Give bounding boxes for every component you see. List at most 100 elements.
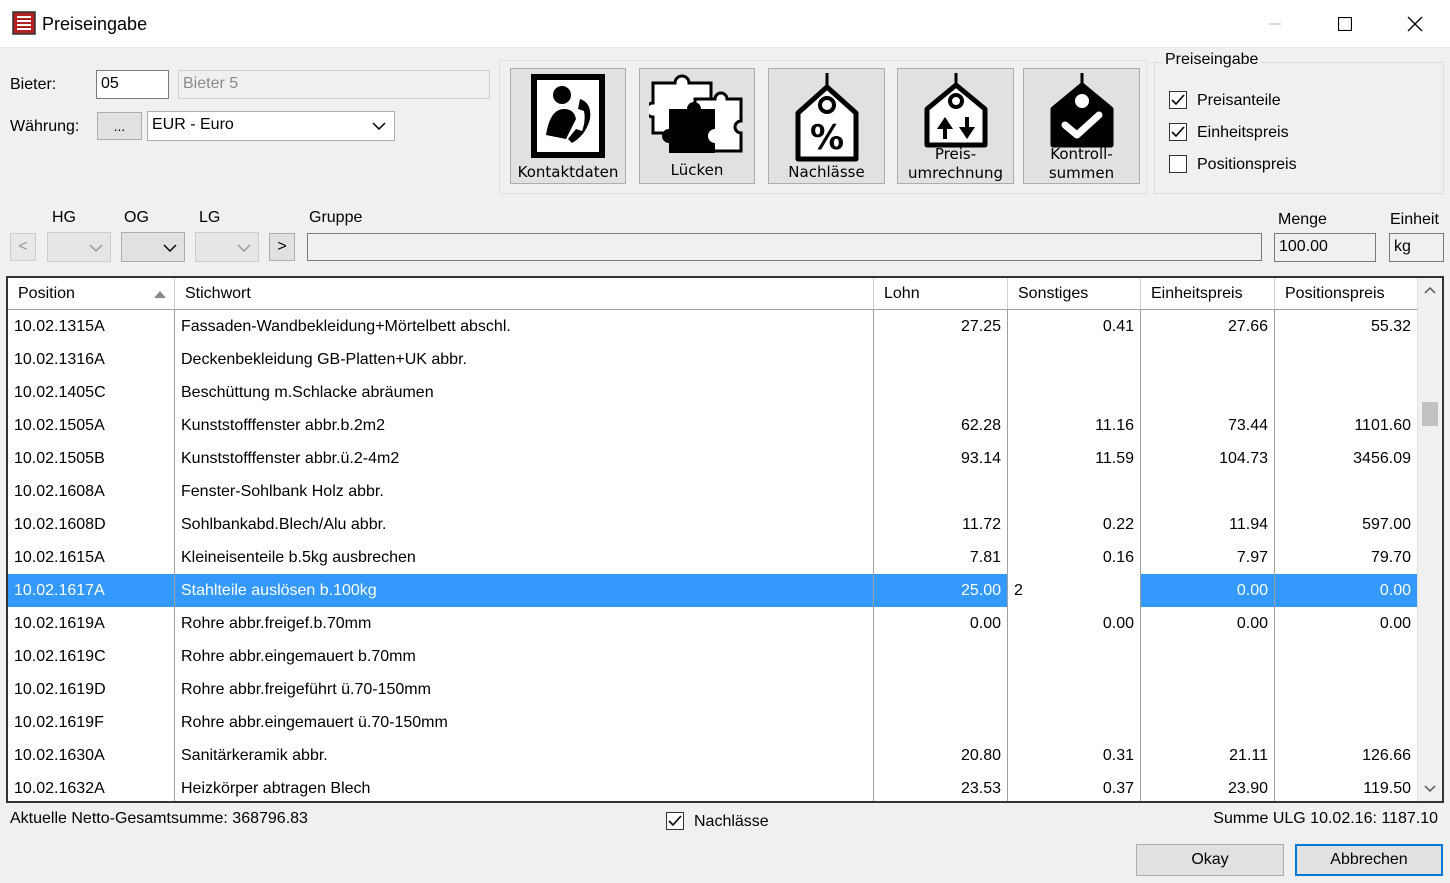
cell-positionspreis[interactable]: 0.00 (1275, 574, 1418, 607)
cell-einheitspreis[interactable]: 0.00 (1141, 574, 1275, 607)
luecken-button[interactable]: Lücken (639, 68, 755, 184)
maximize-button[interactable] (1310, 0, 1380, 47)
column-header-stichwort[interactable]: Stichwort (175, 278, 874, 309)
positions-table[interactable]: Position Stichwort Lohn Sonstiges Einheitspr… (6, 276, 1444, 803)
kontrollsummen-button[interactable]: Kontroll- summen (1023, 68, 1140, 184)
scroll-up-icon[interactable] (1424, 286, 1436, 294)
vertical-scrollbar[interactable] (1417, 278, 1442, 801)
column-header-lohn[interactable]: Lohn (874, 278, 1008, 309)
column-header-position[interactable]: Position (8, 278, 175, 309)
cell-einheitspreis[interactable] (1141, 640, 1275, 673)
cell-positionspreis[interactable]: 3456.09 (1275, 442, 1418, 475)
cell-einheitspreis[interactable]: 23.90 (1141, 772, 1275, 801)
cell-lohn[interactable] (874, 673, 1008, 706)
cell-positionspreis[interactable] (1275, 673, 1418, 706)
cell-positionspreis[interactable] (1275, 706, 1418, 739)
og-select[interactable] (121, 232, 185, 262)
table-row[interactable]: 10.02.1608A Fenster-Sohlbank Holz abbr. (8, 475, 1418, 508)
close-button[interactable] (1380, 0, 1450, 47)
cell-lohn[interactable] (874, 475, 1008, 508)
okay-button[interactable]: Okay (1136, 844, 1284, 876)
positionspreis-checkbox[interactable] (1169, 155, 1187, 173)
lg-select[interactable] (195, 232, 259, 262)
cell-einheitspreis[interactable] (1141, 673, 1275, 706)
cell-lohn[interactable]: 25.00 (874, 574, 1008, 607)
cell-lohn[interactable]: 11.72 (874, 508, 1008, 541)
table-row[interactable]: 10.02.1619C Rohre abbr.eingemauert b.70mm (8, 640, 1418, 673)
cell-sonstiges[interactable]: 0.37 (1008, 772, 1141, 801)
cell-positionspreis[interactable] (1275, 640, 1418, 673)
cell-sonstiges[interactable] (1008, 376, 1141, 409)
cell-sonstiges[interactable]: 0.31 (1008, 739, 1141, 772)
cell-sonstiges[interactable]: 0.41 (1008, 310, 1141, 343)
hg-select[interactable] (47, 232, 111, 262)
table-row[interactable]: 10.02.1617A Stahlteile auslösen b.100kg 25… (8, 574, 1418, 607)
cell-positionspreis[interactable] (1275, 376, 1418, 409)
cell-lohn[interactable]: 62.28 (874, 409, 1008, 442)
cell-lohn[interactable] (874, 376, 1008, 409)
table-row[interactable]: 10.02.1316A Deckenbekleidung GB-Platten+U… (8, 343, 1418, 376)
cell-sonstiges[interactable]: 2 (1008, 574, 1141, 607)
next-group-button[interactable]: > (269, 233, 295, 261)
cell-lohn[interactable]: 20.80 (874, 739, 1008, 772)
abbrechen-button[interactable]: Abbrechen (1295, 844, 1443, 876)
cell-lohn[interactable]: 93.14 (874, 442, 1008, 475)
cell-sonstiges[interactable]: 11.59 (1008, 442, 1141, 475)
cell-positionspreis[interactable]: 597.00 (1275, 508, 1418, 541)
table-row[interactable]: 10.02.1630A Sanitärkeramik abbr. 20.80 0.31… (8, 739, 1418, 772)
cell-einheitspreis[interactable]: 21.11 (1141, 739, 1275, 772)
cell-lohn[interactable]: 7.81 (874, 541, 1008, 574)
table-row[interactable]: 10.02.1619F Rohre abbr.eingemauert ü.70-1… (8, 706, 1418, 739)
cell-positionspreis[interactable]: 126.66 (1275, 739, 1418, 772)
cell-einheitspreis[interactable]: 104.73 (1141, 442, 1275, 475)
cell-einheitspreis[interactable] (1141, 343, 1275, 376)
column-header-positionspreis[interactable]: Positionspreis (1275, 278, 1418, 309)
scroll-down-icon[interactable] (1424, 785, 1436, 793)
table-row[interactable]: 10.02.1505B Kunststofffenster abbr.ü.2-4m… (8, 442, 1418, 475)
column-header-sonstiges[interactable]: Sonstiges (1008, 278, 1141, 309)
table-row[interactable]: 10.02.1405C Beschüttung m.Schlacke abräum… (8, 376, 1418, 409)
table-row[interactable]: 10.02.1632A Heizkörper abtragen Blech 23.5… (8, 772, 1418, 801)
cell-sonstiges[interactable] (1008, 640, 1141, 673)
cell-sonstiges[interactable] (1008, 706, 1141, 739)
table-row[interactable]: 10.02.1505A Kunststofffenster abbr.b.2m2 6… (8, 409, 1418, 442)
cell-einheitspreis[interactable]: 7.97 (1141, 541, 1275, 574)
nachlaesse-button[interactable]: % Nachlässe (768, 68, 885, 184)
cell-lohn[interactable] (874, 706, 1008, 739)
cell-lohn[interactable]: 27.25 (874, 310, 1008, 343)
cell-einheitspreis[interactable]: 0.00 (1141, 607, 1275, 640)
kontaktdaten-button[interactable]: Kontaktdaten (510, 68, 626, 184)
cell-einheitspreis[interactable] (1141, 706, 1275, 739)
cell-sonstiges[interactable]: 0.00 (1008, 607, 1141, 640)
einheitspreis-checkbox[interactable] (1169, 123, 1187, 141)
prev-group-button[interactable]: < (10, 233, 36, 261)
cell-sonstiges[interactable] (1008, 343, 1141, 376)
cell-einheitspreis[interactable]: 73.44 (1141, 409, 1275, 442)
preisumrechnung-button[interactable]: Preis- umrechnung (897, 68, 1014, 184)
column-header-einheitspreis[interactable]: Einheitspreis (1141, 278, 1275, 309)
preisanteile-checkbox[interactable] (1169, 91, 1187, 109)
table-row[interactable]: 10.02.1608D Sohlbankabd.Blech/Alu abbr. 11… (8, 508, 1418, 541)
cell-lohn[interactable]: 0.00 (874, 607, 1008, 640)
scrollbar-thumb[interactable] (1422, 402, 1438, 426)
table-row[interactable]: 10.02.1315A Fassaden-Wandbekleidung+Mörte… (8, 310, 1418, 343)
cell-positionspreis[interactable] (1275, 343, 1418, 376)
cell-positionspreis[interactable] (1275, 475, 1418, 508)
cell-lohn[interactable]: 23.53 (874, 772, 1008, 801)
cell-einheitspreis[interactable] (1141, 475, 1275, 508)
cell-einheitspreis[interactable]: 27.66 (1141, 310, 1275, 343)
cell-sonstiges[interactable] (1008, 475, 1141, 508)
cell-sonstiges[interactable] (1008, 673, 1141, 706)
minimize-button[interactable] (1240, 0, 1310, 47)
cell-positionspreis[interactable]: 55.32 (1275, 310, 1418, 343)
cell-lohn[interactable] (874, 640, 1008, 673)
cell-sonstiges[interactable]: 0.16 (1008, 541, 1141, 574)
cell-lohn[interactable] (874, 343, 1008, 376)
nachlaesse-checkbox[interactable] (666, 812, 684, 830)
cell-sonstiges[interactable]: 0.22 (1008, 508, 1141, 541)
waehrung-browse-button[interactable]: ... (97, 112, 142, 140)
cell-positionspreis[interactable]: 0.00 (1275, 607, 1418, 640)
cell-positionspreis[interactable]: 1101.60 (1275, 409, 1418, 442)
table-row[interactable]: 10.02.1619D Rohre abbr.freigeführt ü.70-1… (8, 673, 1418, 706)
table-row[interactable]: 10.02.1615A Kleineisenteile b.5kg ausbrec… (8, 541, 1418, 574)
